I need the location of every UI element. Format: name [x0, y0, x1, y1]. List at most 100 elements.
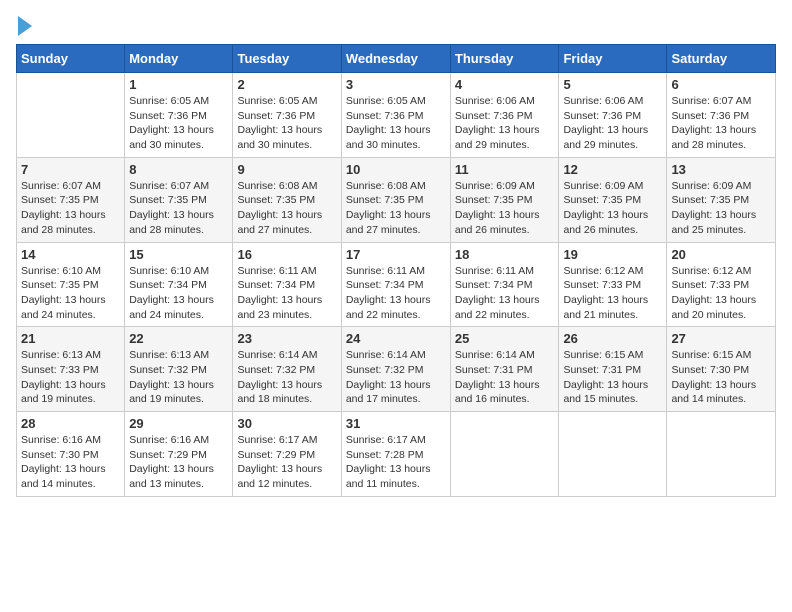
table-row: 8 Sunrise: 6:07 AMSunset: 7:35 PMDaylight… — [125, 157, 233, 242]
day-number: 7 — [21, 162, 120, 177]
day-number: 30 — [237, 416, 336, 431]
day-number: 23 — [237, 331, 336, 346]
day-number: 1 — [129, 77, 228, 92]
day-number: 13 — [671, 162, 771, 177]
table-row: 24Sunrise: 6:14 AMSunset: 7:32 PMDayligh… — [341, 327, 450, 412]
calendar-table: SundayMondayTuesdayWednesdayThursdayFrid… — [16, 44, 776, 497]
day-number: 3 — [346, 77, 446, 92]
cell-info: Sunrise: 6:09 AMSunset: 7:35 PMDaylight:… — [671, 179, 771, 238]
day-number: 24 — [346, 331, 446, 346]
table-row: 26 Sunrise: 6:15 AMSunset: 7:31 PMDayligh… — [559, 327, 667, 412]
table-row: 28 Sunrise: 6:16 AMSunset: 7:30 PMDayligh… — [17, 412, 125, 497]
cell-info: Sunrise: 6:06 AMSunset: 7:36 PMDaylight:… — [563, 94, 662, 153]
day-number: 5 — [563, 77, 662, 92]
cell-info: Sunrise: 6:09 AMSunset: 7:35 PMDaylight:… — [455, 179, 555, 238]
table-row: 27Sunrise: 6:15 AMSunset: 7:30 PMDayligh… — [667, 327, 776, 412]
table-row: 29 Sunrise: 6:16 AMSunset: 7:29 PMDayligh… — [125, 412, 233, 497]
weekday-header-saturday: Saturday — [667, 45, 776, 73]
day-number: 9 — [237, 162, 336, 177]
day-number: 19 — [563, 247, 662, 262]
day-number: 8 — [129, 162, 228, 177]
cell-info: Sunrise: 6:10 AMSunset: 7:35 PMDaylight:… — [21, 264, 120, 323]
day-number: 26 — [563, 331, 662, 346]
day-number: 25 — [455, 331, 555, 346]
page-header — [16, 16, 776, 36]
day-number: 29 — [129, 416, 228, 431]
table-row: 12 Sunrise: 6:09 AMSunset: 7:35 PMDayligh… — [559, 157, 667, 242]
day-number: 11 — [455, 162, 555, 177]
cell-info: Sunrise: 6:16 AMSunset: 7:29 PMDaylight:… — [129, 433, 228, 492]
day-number: 16 — [237, 247, 336, 262]
table-row: 19 Sunrise: 6:12 AMSunset: 7:33 PMDayligh… — [559, 242, 667, 327]
cell-info: Sunrise: 6:05 AMSunset: 7:36 PMDaylight:… — [346, 94, 446, 153]
weekday-header-sunday: Sunday — [17, 45, 125, 73]
day-number: 2 — [237, 77, 336, 92]
table-row: 3 Sunrise: 6:05 AMSunset: 7:36 PMDaylight… — [341, 73, 450, 158]
table-row: 7 Sunrise: 6:07 AMSunset: 7:35 PMDaylight… — [17, 157, 125, 242]
logo — [16, 16, 32, 36]
cell-info: Sunrise: 6:17 AMSunset: 7:29 PMDaylight:… — [237, 433, 336, 492]
table-row: 2 Sunrise: 6:05 AMSunset: 7:36 PMDaylight… — [233, 73, 341, 158]
cell-info: Sunrise: 6:05 AMSunset: 7:36 PMDaylight:… — [129, 94, 228, 153]
table-row — [667, 412, 776, 497]
day-number: 12 — [563, 162, 662, 177]
table-row: 14 Sunrise: 6:10 AMSunset: 7:35 PMDayligh… — [17, 242, 125, 327]
weekday-header-wednesday: Wednesday — [341, 45, 450, 73]
table-row — [450, 412, 559, 497]
cell-info: Sunrise: 6:09 AMSunset: 7:35 PMDaylight:… — [563, 179, 662, 238]
day-number: 14 — [21, 247, 120, 262]
table-row: 10 Sunrise: 6:08 AMSunset: 7:35 PMDayligh… — [341, 157, 450, 242]
cell-info: Sunrise: 6:12 AMSunset: 7:33 PMDaylight:… — [563, 264, 662, 323]
cell-info: Sunrise: 6:16 AMSunset: 7:30 PMDaylight:… — [21, 433, 120, 492]
weekday-header-thursday: Thursday — [450, 45, 559, 73]
logo-arrow-icon — [18, 16, 32, 36]
table-row: 18 Sunrise: 6:11 AMSunset: 7:34 PMDayligh… — [450, 242, 559, 327]
day-number: 28 — [21, 416, 120, 431]
cell-info: Sunrise: 6:11 AMSunset: 7:34 PMDaylight:… — [237, 264, 336, 323]
day-number: 4 — [455, 77, 555, 92]
cell-info: Sunrise: 6:08 AMSunset: 7:35 PMDaylight:… — [237, 179, 336, 238]
cell-info: Sunrise: 6:14 AMSunset: 7:31 PMDaylight:… — [455, 348, 555, 407]
cell-info: Sunrise: 6:10 AMSunset: 7:34 PMDaylight:… — [129, 264, 228, 323]
weekday-header-friday: Friday — [559, 45, 667, 73]
table-row: 20 Sunrise: 6:12 AMSunset: 7:33 PMDayligh… — [667, 242, 776, 327]
cell-info: Sunrise: 6:14 AMSunset: 7:32 PMDaylight:… — [237, 348, 336, 407]
cell-info: Sunrise: 6:15 AMSunset: 7:31 PMDaylight:… — [563, 348, 662, 407]
day-number: 31 — [346, 416, 446, 431]
cell-info: Sunrise: 6:12 AMSunset: 7:33 PMDaylight:… — [671, 264, 771, 323]
cell-info: Sunrise: 6:11 AMSunset: 7:34 PMDaylight:… — [455, 264, 555, 323]
table-row: 21Sunrise: 6:13 AMSunset: 7:33 PMDayligh… — [17, 327, 125, 412]
weekday-header-monday: Monday — [125, 45, 233, 73]
table-row: 6 Sunrise: 6:07 AMSunset: 7:36 PMDaylight… — [667, 73, 776, 158]
table-row: 4 Sunrise: 6:06 AMSunset: 7:36 PMDaylight… — [450, 73, 559, 158]
cell-info: Sunrise: 6:08 AMSunset: 7:35 PMDaylight:… — [346, 179, 446, 238]
cell-info: Sunrise: 6:07 AMSunset: 7:35 PMDaylight:… — [21, 179, 120, 238]
cell-info: Sunrise: 6:13 AMSunset: 7:32 PMDaylight:… — [129, 348, 228, 407]
day-number: 18 — [455, 247, 555, 262]
table-row: 15 Sunrise: 6:10 AMSunset: 7:34 PMDayligh… — [125, 242, 233, 327]
day-number: 27 — [671, 331, 771, 346]
table-row: 17 Sunrise: 6:11 AMSunset: 7:34 PMDayligh… — [341, 242, 450, 327]
table-row: 23 Sunrise: 6:14 AMSunset: 7:32 PMDayligh… — [233, 327, 341, 412]
day-number: 15 — [129, 247, 228, 262]
cell-info: Sunrise: 6:06 AMSunset: 7:36 PMDaylight:… — [455, 94, 555, 153]
table-row: 5 Sunrise: 6:06 AMSunset: 7:36 PMDaylight… — [559, 73, 667, 158]
day-number: 17 — [346, 247, 446, 262]
table-row: 11 Sunrise: 6:09 AMSunset: 7:35 PMDayligh… — [450, 157, 559, 242]
cell-info: Sunrise: 6:07 AMSunset: 7:36 PMDaylight:… — [671, 94, 771, 153]
weekday-header-tuesday: Tuesday — [233, 45, 341, 73]
table-row: 13 Sunrise: 6:09 AMSunset: 7:35 PMDayligh… — [667, 157, 776, 242]
cell-info: Sunrise: 6:17 AMSunset: 7:28 PMDaylight:… — [346, 433, 446, 492]
table-row — [559, 412, 667, 497]
cell-info: Sunrise: 6:11 AMSunset: 7:34 PMDaylight:… — [346, 264, 446, 323]
table-row — [17, 73, 125, 158]
day-number: 10 — [346, 162, 446, 177]
cell-info: Sunrise: 6:07 AMSunset: 7:35 PMDaylight:… — [129, 179, 228, 238]
table-row: 1 Sunrise: 6:05 AMSunset: 7:36 PMDaylight… — [125, 73, 233, 158]
table-row: 16 Sunrise: 6:11 AMSunset: 7:34 PMDayligh… — [233, 242, 341, 327]
cell-info: Sunrise: 6:05 AMSunset: 7:36 PMDaylight:… — [237, 94, 336, 153]
day-number: 6 — [671, 77, 771, 92]
day-number: 22 — [129, 331, 228, 346]
day-number: 20 — [671, 247, 771, 262]
cell-info: Sunrise: 6:13 AMSunset: 7:33 PMDaylight:… — [21, 348, 120, 407]
